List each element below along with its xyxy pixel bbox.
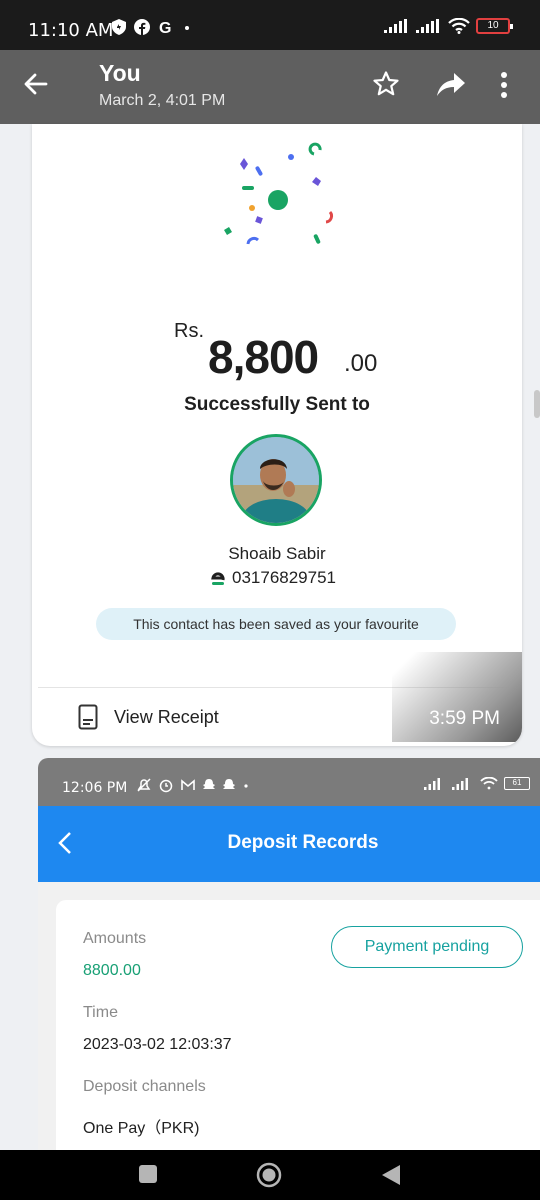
alarm-icon [159,779,173,793]
screenshot-status-bar: 12:06 PM 61 [38,758,540,806]
status-left-icons: G [112,19,192,35]
amounts-label: Amounts [83,930,147,947]
screenshot-status-right: 61 [424,777,530,790]
signal-icon [424,777,440,790]
deposit-header-title: Deposit Records [227,832,379,853]
status-badge: Payment pending [331,926,523,968]
status-bar: 11:10 AM G 10 [0,0,540,50]
recents-icon[interactable] [138,1164,158,1184]
signal-icon-2 [416,19,439,33]
easypaisa-icon [211,572,225,585]
view-receipt-label: View Receipt [114,706,219,727]
screenshot-status-time: 12:06 PM [62,780,128,796]
gmail-icon [181,779,195,790]
snapchat-icon-2 [223,779,235,789]
more-icon[interactable] [500,72,508,98]
message-timestamp: 3:59 PM [429,708,500,729]
recipient-phone: 03176829751 [232,568,337,587]
receipt-icon [78,704,98,730]
amount-display: Rs. 8,800 .00 [32,312,522,383]
recipient-photo [233,437,319,523]
home-icon[interactable] [256,1162,282,1188]
success-message: Successfully Sent to [184,394,370,415]
svg-text:G: G [159,20,171,35]
amount-cents: .00 [344,350,378,377]
payment-receipt-card[interactable]: Rs. 8,800 .00 Successfully Sent to Shoai… [32,124,522,746]
confetti-icon [224,142,334,245]
app-bar-subtitle: March 2, 4:01 PM [99,92,226,109]
currency-label: Rs. [174,320,204,342]
amount-value: 8,800 [208,331,319,383]
deposit-header: Deposit Records [38,806,540,882]
google-icon: G [159,20,171,35]
navigation-bar [0,1150,540,1200]
app-bar-title: You [99,60,141,86]
dot-icon [244,784,248,788]
amounts-value: 8800.00 [83,962,141,979]
share-icon[interactable] [436,72,466,98]
recipient-phone-row: 03176829751 [210,568,336,588]
signal-icon-2 [452,777,468,790]
avatar [230,434,322,526]
time-value: 2023-03-02 12:03:37 [83,1036,232,1053]
screenshot-status-icons [136,777,250,793]
status-right-icons: 10 [384,18,513,34]
favourite-notice: This contact has been saved as your favo… [96,608,456,640]
battery-icon: 61 [504,777,530,790]
back-icon[interactable] [380,1164,402,1186]
shield-icon [112,19,126,35]
channels-label: Deposit channels [83,1078,206,1095]
wifi-icon [480,777,498,790]
back-arrow-icon[interactable] [22,70,50,98]
snapchat-icon [203,779,215,789]
facebook-icon [134,19,150,35]
deposit-record-card: Amounts 8800.00 Payment pending Time 202… [56,900,540,1150]
mute-icon [137,778,151,792]
battery-icon: 10 [476,18,513,34]
channels-value: One Pay（PKR) [83,1120,200,1137]
time-label: Time [83,1004,118,1021]
star-icon[interactable] [372,70,400,98]
dot-icon [185,26,189,30]
app-bar: You March 2, 4:01 PM [0,50,540,124]
view-receipt-button[interactable]: View Receipt [78,704,219,730]
deposit-body: Amounts 8800.00 Payment pending Time 202… [38,882,540,1150]
signal-icon [384,19,407,33]
deposit-screenshot-card[interactable]: 12:06 PM 61 Deposit Records Amounts 8800… [38,758,540,1150]
status-time: 11:10 AM [28,20,114,41]
recipient-name: Shoaib Sabir [228,544,326,563]
edge-handle[interactable] [534,390,540,418]
wifi-icon [448,18,470,34]
